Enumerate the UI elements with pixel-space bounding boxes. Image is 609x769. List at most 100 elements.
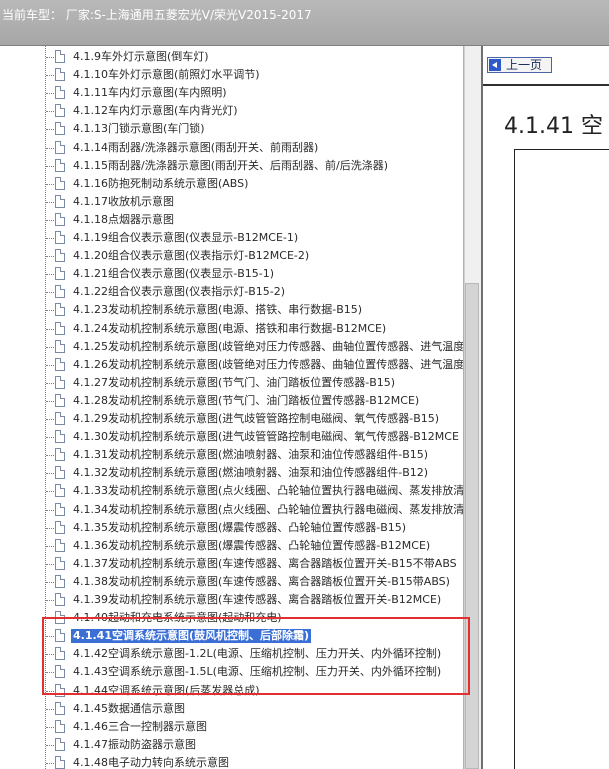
tree-connector	[46, 473, 54, 475]
document-icon	[55, 158, 65, 172]
tree-item-label: 4.1.31发动机控制系统示意图(燃油喷射器、油泵和油位传感器组件-B15)	[73, 448, 429, 462]
tree-item-label: 4.1.11车内灯示意图(车内照明)	[73, 86, 227, 100]
tree-item[interactable]: 4.1.45数据通信示意图	[0, 700, 463, 718]
tree-item-label: 4.1.38发动机控制系统示意图(车速传感器、离合器踏板位置开关-B15带ABS…	[73, 574, 450, 588]
tree-connector	[46, 111, 54, 113]
document-icon	[55, 212, 65, 226]
tree-item[interactable]: 4.1.20组合仪表示意图(仪表指示灯-B12MCE-2)	[0, 247, 463, 265]
tree-connector	[46, 545, 54, 547]
document-icon	[55, 267, 65, 281]
tree-item-label: 4.1.33发动机控制系统示意图(点火线圈、凸轮轴位置执行器电磁阀、蒸发排放清	[73, 484, 464, 498]
tree-scrollbar-thumb[interactable]	[465, 283, 479, 769]
tree-connector	[46, 744, 54, 746]
tree-connector	[46, 129, 54, 131]
tree-item[interactable]: 4.1.9车外灯示意图(倒车灯)	[0, 48, 463, 66]
tree-item-label: 4.1.29发动机控制系统示意图(进气歧管管路控制电磁阀、氧气传感器-B15)	[73, 412, 440, 425]
tree-item[interactable]: 4.1.13门锁示意图(车门锁)	[0, 120, 463, 138]
tree-connector	[46, 75, 54, 77]
tree-item[interactable]: 4.1.22组合仪表示意图(仪表指示灯-B15-2)	[0, 283, 463, 301]
tree-item-label: 4.1.26发动机控制系统示意图(歧管绝对压力传感器、曲轴位置传感器、进气温度	[73, 357, 464, 371]
tree-item[interactable]: 4.1.24发动机控制系统示意图(电源、搭铁和串行数据-B12MCE)	[0, 320, 463, 338]
document-icon	[55, 249, 65, 263]
tree-item[interactable]: 4.1.17收放机示意图	[0, 193, 463, 211]
tree-connector	[46, 600, 54, 601]
tree-item[interactable]: 4.1.46三合一控制器示意图	[0, 718, 463, 736]
document-icon	[55, 357, 65, 371]
tree-item[interactable]: 4.1.21组合仪表示意图(仪表显示-B15-1)	[0, 265, 463, 283]
tree-item-label: 4.1.23发动机控制系统示意图(电源、搭铁、串行数据-B15)	[73, 303, 363, 317]
tree-item[interactable]: 4.1.33发动机控制系统示意图(点火线圈、凸轮轴位置执行器电磁阀、蒸发排放清	[0, 482, 463, 500]
document-icon	[55, 50, 65, 63]
tree-item-label: 4.1.12车内灯示意图(车内背光灯)	[73, 104, 238, 118]
tree-item-label: 4.1.20组合仪表示意图(仪表指示灯-B12MCE-2)	[73, 249, 310, 263]
document-icon	[55, 574, 65, 588]
tree-item[interactable]: 4.1.11车内灯示意图(车内照明)	[0, 84, 463, 102]
tree-connector	[46, 238, 54, 239]
tree-connector	[46, 147, 54, 149]
document-icon	[55, 737, 65, 751]
tree-item-label: 4.1.27发动机控制系统示意图(节气门、油门踏板位置传感器-B15)	[73, 375, 396, 389]
tree-item[interactable]: 4.1.27发动机控制系统示意图(节气门、油门踏板位置传感器-B15)	[0, 374, 463, 392]
tree-connector	[46, 509, 54, 511]
tree-item[interactable]: 4.1.10车外灯示意图(前照灯水平调节)	[0, 66, 463, 84]
tree-item[interactable]: 4.1.47振动防盗器示意图	[0, 736, 463, 754]
tree-item[interactable]: 4.1.37发动机控制系统示意图(车速传感器、离合器踏板位置开关-B15不带AB…	[0, 555, 463, 573]
tree-connector	[46, 419, 54, 420]
tree-connector	[46, 563, 54, 565]
document-icon	[55, 321, 65, 335]
document-icon	[55, 375, 65, 389]
tree-item-label: 4.1.15雨刮器/洗涤器示意图(雨刮开关、后雨刮器、前/后洗涤器)	[73, 158, 388, 172]
tree-item[interactable]: 4.1.31发动机控制系统示意图(燃油喷射器、油泵和油位传感器组件-B15)	[0, 446, 463, 464]
tree-item[interactable]: 4.1.39发动机控制系统示意图(车速传感器、离合器踏板位置开关-B12MCE)	[0, 591, 463, 609]
tree-item[interactable]: 4.1.36发动机控制系统示意图(爆震传感器、凸轮轴位置传感器-B12MCE)	[0, 537, 463, 555]
tree-item-label: 4.1.19组合仪表示意图(仪表显示-B12MCE-1)	[73, 231, 299, 244]
tree-item-label: 4.1.25发动机控制系统示意图(歧管绝对压力传感器、曲轴位置传感器、进气温度	[73, 339, 464, 353]
document-icon	[55, 393, 65, 407]
tree-item[interactable]: 4.1.32发动机控制系统示意图(燃油喷射器、油泵和油位传感器组件-B12)	[0, 464, 463, 482]
tree-item-label: 4.1.16防抱死制动系统示意图(ABS)	[73, 176, 249, 190]
tree-item-label: 4.1.18点烟器示意图	[73, 212, 174, 226]
document-icon	[55, 538, 65, 552]
document-icon	[55, 122, 65, 136]
previous-page-button[interactable]: 上一页	[487, 57, 552, 73]
tree-item[interactable]: 4.1.12车内灯示意图(车内背光灯)	[0, 102, 463, 120]
tree-connector	[46, 274, 54, 276]
document-icon	[55, 86, 65, 100]
tree-item-label: 4.1.46三合一控制器示意图	[73, 719, 207, 733]
tree-connector	[46, 165, 54, 167]
document-icon	[55, 339, 65, 353]
tree-item-label: 4.1.14雨刮器/洗涤器示意图(雨刮开关、前雨刮器)	[73, 140, 319, 154]
tree-connector	[46, 527, 54, 529]
tree-item-label: 4.1.45数据通信示意图	[73, 701, 185, 715]
tree-item[interactable]: 4.1.25发动机控制系统示意图(歧管绝对压力传感器、曲轴位置传感器、进气温度	[0, 338, 463, 356]
tree-item-label: 4.1.48电子动力转向系统示意图	[73, 755, 229, 769]
tree-item[interactable]: 4.1.28发动机控制系统示意图(节气门、油门踏板位置传感器-B12MCE)	[0, 392, 463, 410]
tree-item[interactable]: 4.1.34发动机控制系统示意图(点火线圈、凸轮轴位置执行器电磁阀、蒸发排放清	[0, 501, 463, 519]
tree-item[interactable]: 4.1.35发动机控制系统示意图(爆震传感器、凸轮轴位置传感器-B15)	[0, 519, 463, 537]
tree-item[interactable]: 4.1.48电子动力转向系统示意图	[0, 754, 463, 769]
document-icon	[55, 412, 65, 425]
tree-item[interactable]: 4.1.18点烟器示意图	[0, 211, 463, 229]
tree-item[interactable]: 4.1.29发动机控制系统示意图(进气歧管管路控制电磁阀、氧气传感器-B15)	[0, 410, 463, 428]
document-icon	[55, 755, 65, 769]
document-icon	[55, 140, 65, 154]
previous-page-label: 上一页	[506, 58, 543, 72]
tree-item[interactable]: 4.1.19组合仪表示意图(仪表显示-B12MCE-1)	[0, 229, 463, 247]
tree-item[interactable]: 4.1.15雨刮器/洗涤器示意图(雨刮开关、后雨刮器、前/后洗涤器)	[0, 157, 463, 175]
document-icon	[55, 502, 65, 516]
tree-item[interactable]: 4.1.14雨刮器/洗涤器示意图(雨刮开关、前雨刮器)	[0, 139, 463, 157]
tree-item-label: 4.1.28发动机控制系统示意图(节气门、油门踏板位置传感器-B12MCE)	[73, 393, 420, 407]
tree-item[interactable]: 4.1.38发动机控制系统示意图(车速传感器、离合器踏板位置开关-B15带ABS…	[0, 573, 463, 591]
tree-item[interactable]: 4.1.26发动机控制系统示意图(歧管绝对压力传感器、曲轴位置传感器、进气温度	[0, 356, 463, 374]
tree-item-label: 4.1.34发动机控制系统示意图(点火线圈、凸轮轴位置执行器电磁阀、蒸发排放清	[73, 502, 464, 516]
tree-item-label: 4.1.32发动机控制系统示意图(燃油喷射器、油泵和油位传感器组件-B12)	[73, 466, 429, 480]
tree-connector	[46, 708, 54, 710]
tree-connector	[46, 762, 54, 764]
tree-item-label: 4.1.22组合仪表示意图(仪表指示灯-B15-2)	[73, 285, 286, 299]
document-icon	[55, 176, 65, 190]
tree-item[interactable]: 4.1.16防抱死制动系统示意图(ABS)	[0, 175, 463, 193]
tree-item[interactable]: 4.1.23发动机控制系统示意图(电源、搭铁、串行数据-B15)	[0, 301, 463, 319]
tree-item[interactable]: 4.1.30发动机控制系统示意图(进气歧管管路控制电磁阀、氧气传感器-B12MC…	[0, 428, 463, 446]
tree-connector	[46, 346, 54, 348]
title-bar: 当前车型： 厂家:S-上海通用五菱宏光V/荣光V2015-2017	[0, 0, 609, 46]
